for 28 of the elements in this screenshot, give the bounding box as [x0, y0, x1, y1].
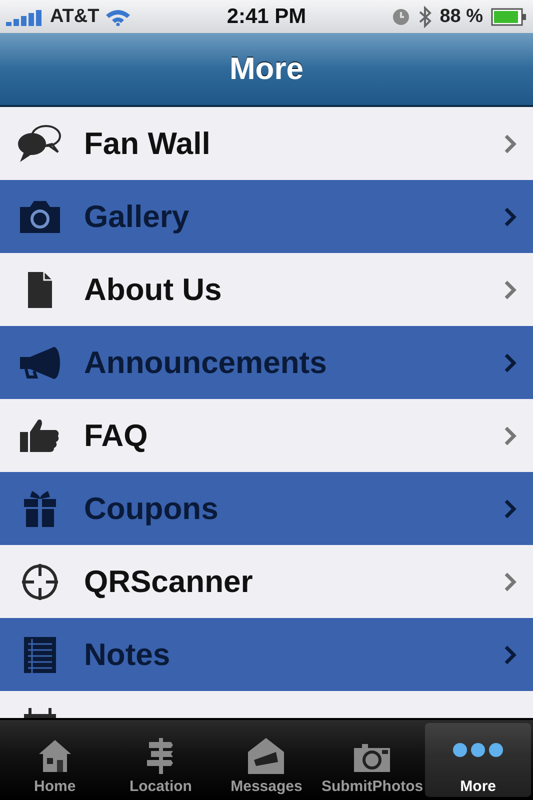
chevron-icon — [503, 132, 517, 154]
signal-icon — [6, 8, 44, 26]
screen-title: More — [229, 51, 304, 87]
battery-percent: 88 % — [440, 6, 483, 28]
tab-bar-item[interactable]: Home — [2, 723, 108, 797]
bluetooth-icon — [418, 6, 432, 28]
more-dots-icon[interactable] — [452, 740, 504, 760]
menu-item[interactable]: QRScanner — [0, 545, 533, 618]
chevron-icon — [503, 570, 517, 592]
menu-item[interactable]: About Us — [0, 253, 533, 326]
carrier-name: AT&T — [50, 6, 100, 28]
tab-bar-item[interactable]: More — [425, 723, 531, 797]
chevron-icon — [503, 644, 517, 666]
tab-bar-item[interactable]: Location — [108, 723, 214, 797]
speech-bubbles-icon — [16, 124, 64, 164]
menu-item[interactable]: FAQ — [0, 399, 533, 472]
clock-time: 2:41 PM — [226, 4, 306, 28]
tab-bar-item[interactable]: SubmitPhotos — [319, 723, 426, 797]
wifi-icon — [105, 8, 132, 26]
chevron-icon — [503, 278, 517, 300]
chevron-icon — [503, 206, 517, 228]
battery-icon — [491, 8, 527, 26]
chevron-icon — [503, 424, 517, 446]
chevron-icon — [503, 498, 517, 520]
envelope-icon[interactable] — [246, 738, 286, 774]
tab-bar-item[interactable]: Messages — [214, 723, 320, 797]
chevron-icon — [503, 352, 517, 374]
menu-item[interactable]: Fan Wall — [0, 107, 533, 180]
